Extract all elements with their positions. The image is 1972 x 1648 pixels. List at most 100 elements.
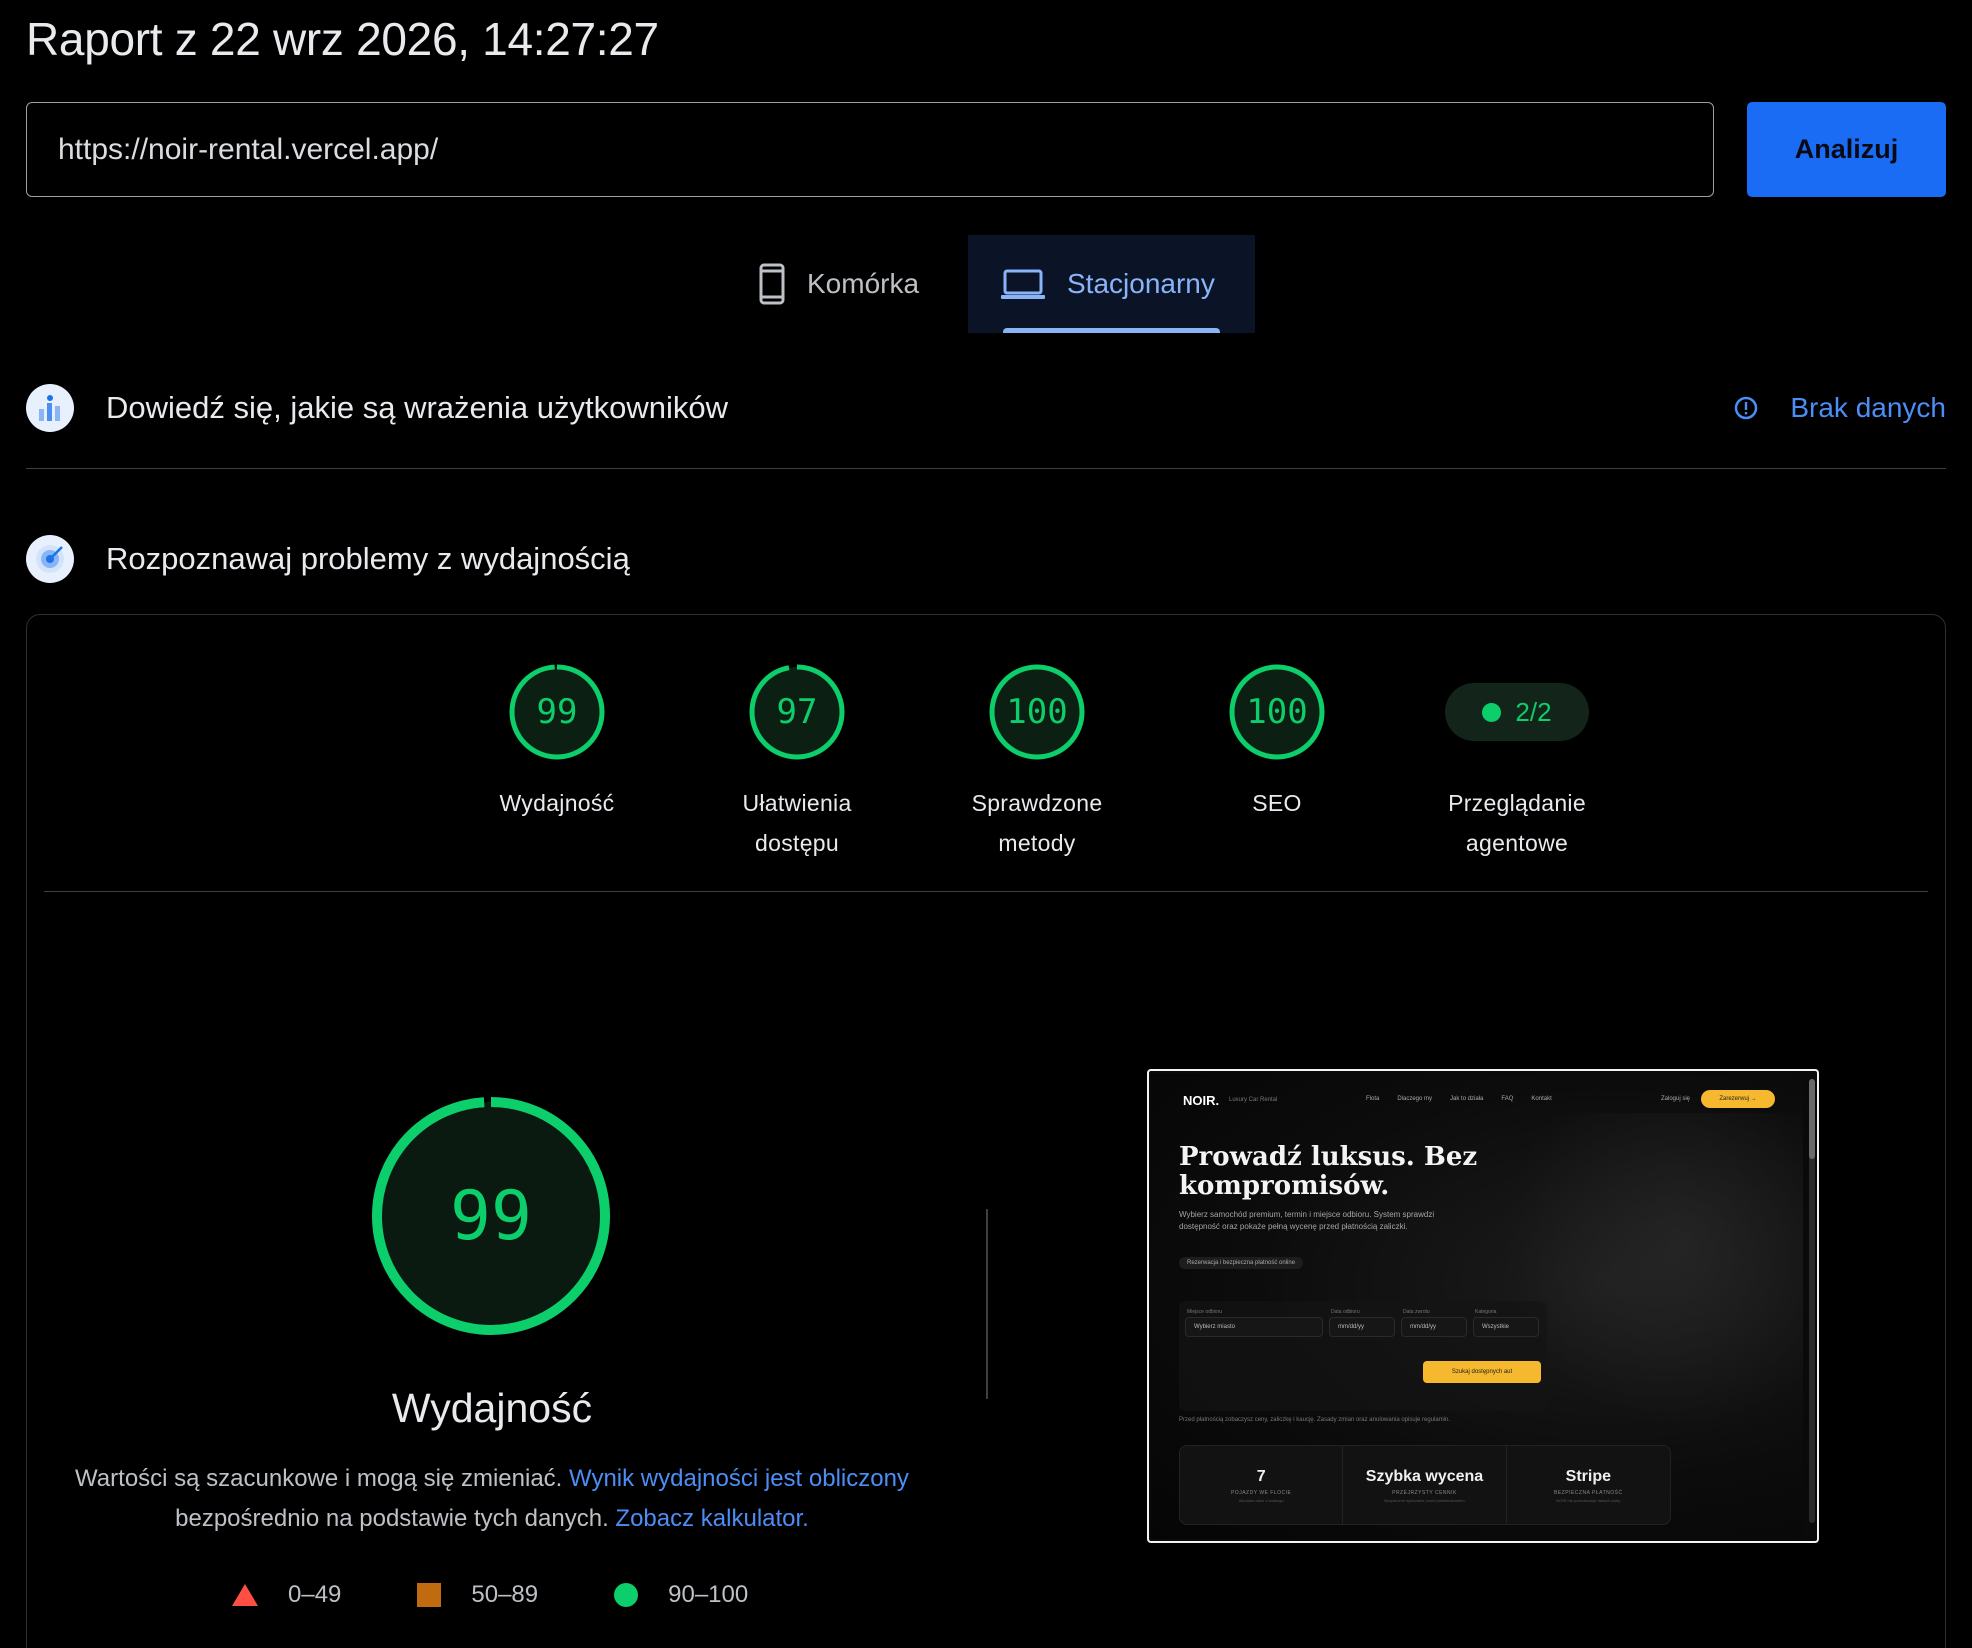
preview-search-form: Miejsce odbioru Wybierz miasto Data odbi… (1179, 1301, 1547, 1411)
legend-item-pass: 90–100 (614, 1581, 748, 1609)
gauge-ring: 99 (508, 663, 606, 761)
screenshot-content: NOIR. Luxury Car Rental Flota Dlaczego m… (1151, 1073, 1803, 1539)
performance-label: Wydajność (391, 1385, 593, 1431)
vertical-divider (986, 1209, 988, 1399)
lighthouse-section: Rozpoznawaj problemy z wydajnością (26, 534, 1946, 584)
score-calculation-link[interactable]: Wynik wydajności jest obliczony (569, 1465, 909, 1492)
preview-reserve-button: Zarezerwuj → (1701, 1090, 1775, 1108)
device-tabs: Komórka Stacjonarny (735, 235, 1255, 333)
section-divider (26, 468, 1946, 469)
preview-logo: NOIR. (1183, 1093, 1220, 1108)
desc-text: Wartości są szacunkowe i mogą się zmieni… (75, 1465, 570, 1492)
preview-login: Zaloguj się (1661, 1096, 1691, 1102)
gauge-value: 97 (776, 692, 818, 732)
screenshot-scrollbar (1809, 1079, 1815, 1523)
score-gauges: 99 Wydajność 97 Ułatwienia dostępu 100 S… (437, 663, 1637, 863)
panel-divider (44, 891, 1928, 892)
performance-big-gauge: 99 (370, 1095, 612, 1337)
preview-stat-value: 7 (1256, 1467, 1266, 1485)
no-data-label: Brak danych (1790, 392, 1946, 423)
preview-nav: Flota Dlaczego my Jak to działa FAQ Kont… (1366, 1096, 1570, 1102)
info-icon (1735, 396, 1758, 420)
agentic-pill: 2/2 (1445, 683, 1589, 741)
tab-mobile-label: Komórka (807, 268, 920, 299)
gauge-agentic-browsing[interactable]: 2/2 Przeglądanie agentowe (1397, 663, 1637, 863)
lighthouse-panel: 99 Wydajność 97 Ułatwienia dostępu 100 S… (26, 614, 1946, 1648)
preview-stat-label: BEZPIECZNA PŁATNOŚĆ (1554, 1489, 1623, 1496)
preview-nav-item: Kontakt (1531, 1096, 1552, 1102)
crux-icon (26, 384, 74, 432)
preview-stats: 7 POJAZDY WE FLOCIE Aktualne dane z kata… (1179, 1445, 1671, 1525)
preview-stat: 7 POJAZDY WE FLOCIE Aktualne dane z kata… (1180, 1446, 1344, 1524)
no-data-link[interactable]: Brak danych (1734, 392, 1946, 424)
legend-item-fail: 0–49 (232, 1581, 341, 1609)
tab-selected-indicator (1003, 328, 1220, 333)
report-title: Raport z 22 wrz 2026, 14:27:27 (26, 13, 659, 65)
lighthouse-icon (26, 535, 74, 583)
gauge-ring: 100 (1228, 663, 1326, 761)
gauge-value: 100 (1246, 692, 1308, 732)
preview-note: Przed płatnością zobaczysz ceny, zaliczk… (1179, 1417, 1451, 1423)
gauge-accessibility[interactable]: 97 Ułatwienia dostępu (677, 663, 917, 863)
pass-dot-icon (1482, 702, 1502, 722)
calculator-link[interactable]: Zobacz kalkulator. (615, 1505, 808, 1532)
crux-section: Dowiedź się, jakie są wrażenia użytkowni… (26, 383, 1946, 433)
preview-field: mm/dd/yy (1329, 1317, 1395, 1337)
preview-field-label: Kategoria (1475, 1309, 1497, 1315)
performance-score: 99 (450, 1176, 532, 1256)
car-background-image (1503, 1113, 1803, 1433)
circle-icon (614, 1583, 639, 1607)
legend-range: 90–100 (668, 1581, 749, 1608)
preview-hero-title: Prowadź luksus. Bez kompromisów. (1179, 1142, 1478, 1201)
preview-stat-label: PRZEJRZYSTY CENNIK (1392, 1489, 1457, 1496)
gauge-value: 100 (1006, 692, 1068, 732)
preview-stat-label: POJAZDY WE FLOCIE (1230, 1489, 1292, 1496)
preview-field-label: Data odbioru (1331, 1309, 1360, 1315)
preview-field-label: Data zwrotu (1403, 1309, 1430, 1315)
gauge-seo[interactable]: 100 SEO (1157, 663, 1397, 863)
tab-desktop-label: Stacjonarny (1067, 268, 1215, 299)
preview-stat-value: Szybka wycena (1365, 1467, 1484, 1485)
preview-stat: Szybka wycena PRZEJRZYSTY CENNIK Bezpiec… (1343, 1446, 1507, 1524)
preview-search-button: Szukaj dostępnych aut (1423, 1361, 1541, 1383)
laptop-icon (1001, 269, 1045, 299)
desc-text: bezpośrednio na podstawie tych danych. (175, 1505, 616, 1532)
tab-mobile[interactable]: Komórka (735, 235, 968, 333)
gauge-label: SEO (1252, 790, 1302, 816)
legend-range: 0–49 (288, 1581, 342, 1608)
preview-field: Wszystkie (1473, 1317, 1539, 1337)
preview-stat-desc: NOIR nie przechowuje danych karty (1556, 1497, 1621, 1503)
gauge-performance[interactable]: 99 Wydajność (437, 663, 677, 863)
gauge-best-practices[interactable]: 100 Sprawdzone metody (917, 663, 1157, 863)
gauge-label: Wydajność (499, 790, 615, 816)
score-legend: 0–49 50–89 90–100 (232, 1581, 824, 1609)
page-screenshot[interactable]: NOIR. Luxury Car Rental Flota Dlaczego m… (1147, 1069, 1819, 1543)
preview-field: mm/dd/yy (1401, 1317, 1467, 1337)
triangle-icon (232, 1584, 258, 1606)
preview-stat-desc: Bezpieczne wyliczanie przed potwierdzeni… (1384, 1497, 1465, 1503)
preview-stat-desc: Aktualne dane z katalogu (1238, 1497, 1284, 1503)
square-icon (417, 1583, 442, 1607)
preview-nav-item: FAQ (1501, 1096, 1514, 1102)
url-input[interactable] (26, 102, 1714, 197)
preview-stat-value: Stripe (1565, 1467, 1611, 1485)
crux-title: Dowiedź się, jakie są wrażenia użytkowni… (106, 390, 728, 425)
gauge-label: Sprawdzone metody (971, 790, 1103, 856)
phone-icon (759, 263, 785, 305)
preview-logo-sub: Luxury Car Rental (1229, 1097, 1278, 1103)
agentic-value: 2/2 (1515, 696, 1552, 727)
gauge-ring: 97 (748, 663, 846, 761)
gauge-value: 99 (536, 692, 578, 732)
analyze-button[interactable]: Analizuj (1747, 102, 1946, 197)
preview-field: Wybierz miasto (1185, 1317, 1323, 1337)
tab-desktop[interactable]: Stacjonarny (968, 235, 1255, 333)
preview-nav-item: Jak to działa (1450, 1096, 1484, 1102)
preview-stat: Stripe BEZPIECZNA PŁATNOŚĆ NOIR nie prze… (1507, 1446, 1670, 1524)
preview-nav-item: Dlaczego my (1397, 1096, 1433, 1102)
lighthouse-title: Rozpoznawaj problemy z wydajnością (106, 541, 630, 576)
preview-field-label: Miejsce odbioru (1187, 1309, 1223, 1315)
gauge-ring: 100 (988, 663, 1086, 761)
performance-description: Wartości są szacunkowe i mogą się zmieni… (67, 1459, 917, 1539)
gauge-label: Przeglądanie agentowe (1448, 790, 1586, 856)
preview-nav-item: Flota (1366, 1096, 1380, 1102)
